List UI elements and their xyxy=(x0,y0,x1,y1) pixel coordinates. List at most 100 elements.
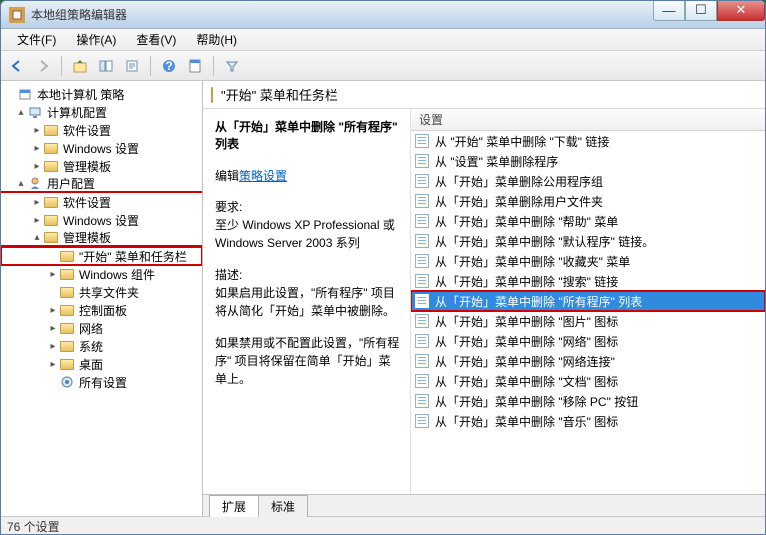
computer-icon xyxy=(27,104,43,120)
tree-admin-templates[interactable]: ▴管理模板 xyxy=(1,229,202,247)
minimize-button[interactable]: — xyxy=(653,1,685,21)
filter-button[interactable] xyxy=(220,54,244,78)
window-title: 本地组策略编辑器 xyxy=(31,6,653,23)
list-item-label: 从「开始」菜单删除用户文件夹 xyxy=(435,193,603,210)
list-item[interactable]: 从「开始」菜单删除公用程序组 xyxy=(411,171,765,191)
menu-help[interactable]: 帮助(H) xyxy=(186,28,247,51)
settings-list[interactable]: 从 "开始" 菜单中删除 "下载" 链接从 "设置" 菜单删除程序从「开始」菜单… xyxy=(411,131,765,494)
policy-item-icon xyxy=(415,134,429,148)
settings-list-pane: 设置 从 "开始" 菜单中删除 "下载" 链接从 "设置" 菜单删除程序从「开始… xyxy=(411,109,765,494)
list-item[interactable]: 从「开始」菜单中删除 "移除 PC" 按钮 xyxy=(411,391,765,411)
folder-icon xyxy=(43,158,59,174)
toolbar-separator xyxy=(213,56,214,76)
list-item-label: 从「开始」菜单中删除 "搜索" 链接 xyxy=(435,273,618,290)
forward-button[interactable] xyxy=(31,54,55,78)
folder-icon xyxy=(59,320,75,336)
folder-icon xyxy=(43,140,59,156)
policy-item-icon xyxy=(415,214,429,228)
tree-pane[interactable]: 本地计算机 策略 ▴计算机配置 ▸软件设置 ▸Windows 设置 ▸管理模板 … xyxy=(1,81,203,516)
app-window: 本地组策略编辑器 — ☐ ✕ 文件(F) 操作(A) 查看(V) 帮助(H) ?… xyxy=(0,0,766,535)
content-area: 本地计算机 策略 ▴计算机配置 ▸软件设置 ▸Windows 设置 ▸管理模板 … xyxy=(1,81,765,516)
svg-text:?: ? xyxy=(165,59,172,73)
tree-item[interactable]: ▸系统 xyxy=(1,337,202,355)
toolbar-separator xyxy=(150,56,151,76)
tree-item[interactable]: ▸管理模板 xyxy=(1,157,202,175)
view-tabs: 扩展 标准 xyxy=(203,494,765,516)
tree-computer-config[interactable]: ▴计算机配置 xyxy=(1,103,202,121)
statusbar: 76 个设置 xyxy=(1,516,765,535)
edit-policy-link[interactable]: 策略设置 xyxy=(239,169,287,183)
tree-item[interactable]: ▸Windows 设置 xyxy=(1,211,202,229)
list-item[interactable]: 从「开始」菜单中删除 "所有程序" 列表 xyxy=(411,291,765,311)
list-item[interactable]: 从「开始」菜单中删除 "默认程序" 链接。 xyxy=(411,231,765,251)
list-item[interactable]: 从「开始」菜单中删除 "网络连接" xyxy=(411,351,765,371)
tree-item[interactable]: ▸软件设置 xyxy=(1,121,202,139)
list-item-label: 从「开始」菜单删除公用程序组 xyxy=(435,173,603,190)
maximize-button[interactable]: ☐ xyxy=(685,1,717,21)
policy-item-icon xyxy=(415,374,429,388)
folder-icon xyxy=(211,88,213,102)
properties-button[interactable] xyxy=(183,54,207,78)
tree-item[interactable]: ▸Windows 组件 xyxy=(1,265,202,283)
policy-item-icon xyxy=(415,414,429,428)
tree-item[interactable]: 共享文件夹 xyxy=(1,283,202,301)
tree-item[interactable]: ▸网络 xyxy=(1,319,202,337)
requirements: 要求: 至少 Windows XP Professional 或 Windows… xyxy=(215,198,400,252)
folder-icon xyxy=(59,284,75,300)
list-item-label: 从「开始」菜单中删除 "网络" 图标 xyxy=(435,333,618,350)
back-button[interactable] xyxy=(5,54,29,78)
folder-icon xyxy=(43,229,59,245)
list-item[interactable]: 从 "开始" 菜单中删除 "下载" 链接 xyxy=(411,131,765,151)
settings-icon xyxy=(59,374,75,390)
status-text: 76 个设置 xyxy=(7,518,60,535)
list-item[interactable]: 从「开始」菜单中删除 "图片" 图标 xyxy=(411,311,765,331)
toolbar-separator xyxy=(61,56,62,76)
detail-row: 从「开始」菜单中删除 "所有程序" 列表 编辑策略设置 要求: 至少 Windo… xyxy=(203,109,765,494)
menu-view[interactable]: 查看(V) xyxy=(126,28,186,51)
list-item[interactable]: 从 "设置" 菜单删除程序 xyxy=(411,151,765,171)
list-item[interactable]: 从「开始」菜单删除用户文件夹 xyxy=(411,191,765,211)
tab-expand[interactable]: 扩展 xyxy=(209,495,259,517)
list-item[interactable]: 从「开始」菜单中删除 "文档" 图标 xyxy=(411,371,765,391)
description-2: 如果禁用或不配置此设置，"所有程序" 项目将保留在简单「开始」菜单上。 xyxy=(215,334,400,388)
list-item[interactable]: 从「开始」菜单中删除 "音乐" 图标 xyxy=(411,411,765,431)
export-button[interactable] xyxy=(120,54,144,78)
page-title: "开始" 菜单和任务栏 xyxy=(221,85,338,104)
list-item[interactable]: 从「开始」菜单中删除 "网络" 图标 xyxy=(411,331,765,351)
app-icon xyxy=(9,7,25,23)
list-item-label: 从「开始」菜单中删除 "移除 PC" 按钮 xyxy=(435,393,638,410)
folder-icon xyxy=(59,302,75,318)
tree-item[interactable]: ▸控制面板 xyxy=(1,301,202,319)
show-hide-tree-button[interactable] xyxy=(94,54,118,78)
folder-icon xyxy=(43,194,59,210)
list-item-label: 从「开始」菜单中删除 "音乐" 图标 xyxy=(435,413,618,430)
tree-item[interactable]: 所有设置 xyxy=(1,373,202,391)
column-header[interactable]: 设置 xyxy=(411,109,765,131)
list-item-label: 从「开始」菜单中删除 "所有程序" 列表 xyxy=(435,293,642,310)
tree-item[interactable]: ▸软件设置 xyxy=(1,193,202,211)
tab-standard[interactable]: 标准 xyxy=(258,495,308,517)
list-item-label: 从 "设置" 菜单删除程序 xyxy=(435,153,558,170)
tree-user-config[interactable]: ▴用户配置 xyxy=(1,175,202,193)
menu-file[interactable]: 文件(F) xyxy=(7,28,66,51)
tree-start-taskbar[interactable]: "开始" 菜单和任务栏 xyxy=(1,247,202,265)
policy-item-icon xyxy=(415,274,429,288)
up-button[interactable] xyxy=(68,54,92,78)
help-button[interactable]: ? xyxy=(157,54,181,78)
list-item[interactable]: 从「开始」菜单中删除 "收藏夹" 菜单 xyxy=(411,251,765,271)
description: 描述: 如果启用此设置，"所有程序" 项目将从简化「开始」菜单中被删除。 xyxy=(215,266,400,320)
menu-action[interactable]: 操作(A) xyxy=(66,28,126,51)
tree-root[interactable]: 本地计算机 策略 xyxy=(1,85,202,103)
list-item-label: 从 "开始" 菜单中删除 "下载" 链接 xyxy=(435,133,609,150)
policy-item-icon xyxy=(415,234,429,248)
list-item[interactable]: 从「开始」菜单中删除 "搜索" 链接 xyxy=(411,271,765,291)
setting-title: 从「开始」菜单中删除 "所有程序" 列表 xyxy=(215,119,400,153)
policy-item-icon xyxy=(415,194,429,208)
list-item[interactable]: 从「开始」菜单中删除 "帮助" 菜单 xyxy=(411,211,765,231)
close-button[interactable]: ✕ xyxy=(717,1,765,21)
description-pane: 从「开始」菜单中删除 "所有程序" 列表 编辑策略设置 要求: 至少 Windo… xyxy=(203,109,411,494)
tree-item[interactable]: ▸桌面 xyxy=(1,355,202,373)
tree-item[interactable]: ▸Windows 设置 xyxy=(1,139,202,157)
folder-icon xyxy=(43,212,59,228)
list-item-label: 从「开始」菜单中删除 "帮助" 菜单 xyxy=(435,213,618,230)
